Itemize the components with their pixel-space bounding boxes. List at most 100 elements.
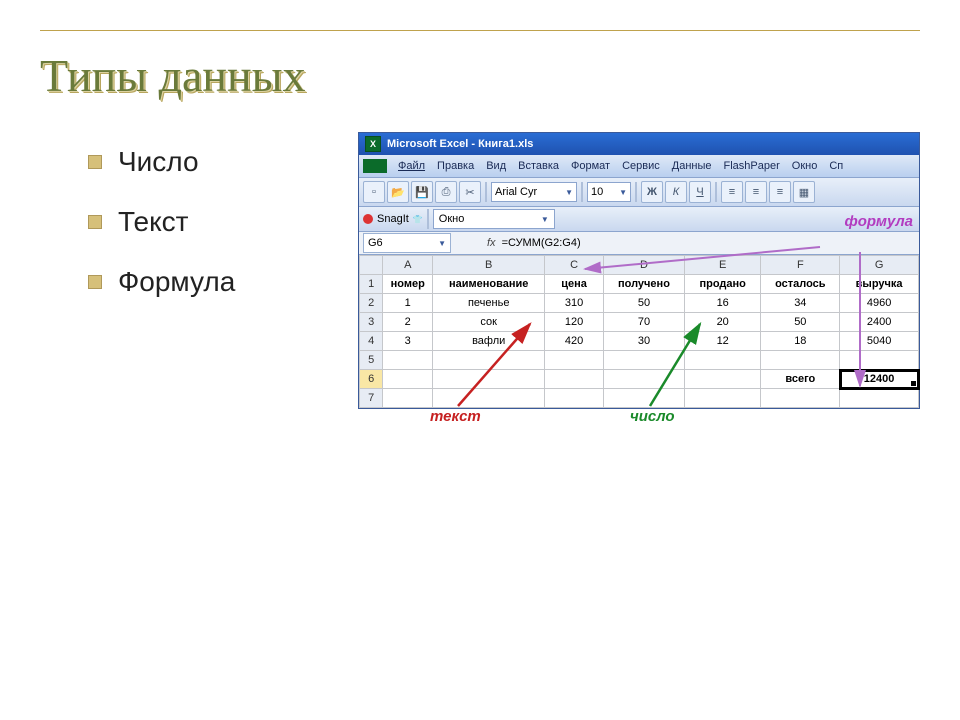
snagit-toolbar: SnagIt👕 Окно▼ (359, 207, 919, 232)
font-name-select[interactable]: Arial Cyr▼ (491, 182, 577, 202)
snagit-target-select[interactable]: Окно▼ (433, 209, 555, 229)
cell[interactable] (761, 351, 840, 370)
cell[interactable]: 420 (545, 332, 604, 351)
italic-button[interactable]: К (665, 181, 687, 203)
cell[interactable] (545, 370, 604, 389)
cell[interactable]: 18 (761, 332, 840, 351)
cell[interactable]: 1 (383, 294, 433, 313)
cell[interactable] (603, 351, 684, 370)
cell[interactable]: 2400 (840, 313, 919, 332)
content-row: Число Текст Формула X Microsoft Excel - … (40, 132, 920, 409)
row-header[interactable]: 4 (360, 332, 383, 351)
cell[interactable]: 2 (383, 313, 433, 332)
cell[interactable]: 50 (761, 313, 840, 332)
cell[interactable] (433, 351, 545, 370)
cell[interactable]: получено (603, 275, 684, 294)
cell[interactable]: номер (383, 275, 433, 294)
col-header[interactable]: F (761, 256, 840, 275)
cell[interactable] (545, 389, 604, 408)
cell[interactable] (383, 370, 433, 389)
row-header[interactable]: 1 (360, 275, 383, 294)
menu-window[interactable]: Окно (787, 160, 823, 172)
cell[interactable] (684, 351, 761, 370)
bold-button[interactable]: Ж (641, 181, 663, 203)
cell[interactable]: цена (545, 275, 604, 294)
col-header[interactable]: C (545, 256, 604, 275)
chevron-down-icon: ▼ (619, 188, 627, 197)
menu-edit[interactable]: Правка (432, 160, 479, 172)
cell[interactable]: вафли (433, 332, 545, 351)
column-header-row: A B C D E F G (360, 256, 919, 275)
menu-tools[interactable]: Сервис (617, 160, 665, 172)
active-cell[interactable]: 12400 (840, 370, 919, 389)
cell[interactable]: 310 (545, 294, 604, 313)
row-header[interactable]: 5 (360, 351, 383, 370)
fill-handle[interactable] (911, 381, 916, 386)
cell[interactable] (433, 389, 545, 408)
cell[interactable] (684, 370, 761, 389)
cell[interactable] (840, 389, 919, 408)
cell[interactable]: 50 (603, 294, 684, 313)
save-icon[interactable]: 💾 (411, 181, 433, 203)
cell[interactable]: 12 (684, 332, 761, 351)
cell[interactable]: 3 (383, 332, 433, 351)
font-size-select[interactable]: 10▼ (587, 182, 631, 202)
cell[interactable]: 30 (603, 332, 684, 351)
new-icon[interactable]: ▫ (363, 181, 385, 203)
formula-value[interactable]: =СУММ(G2:G4) (502, 237, 581, 249)
align-right-icon[interactable]: ≡ (769, 181, 791, 203)
cell[interactable]: 20 (684, 313, 761, 332)
cell[interactable] (603, 389, 684, 408)
row-header[interactable]: 7 (360, 389, 383, 408)
align-center-icon[interactable]: ≡ (745, 181, 767, 203)
excel-titlebar[interactable]: X Microsoft Excel - Книга1.xls (359, 133, 919, 155)
cell[interactable] (383, 389, 433, 408)
row-header[interactable]: 3 (360, 313, 383, 332)
underline-button[interactable]: Ч (689, 181, 711, 203)
col-header[interactable]: A (383, 256, 433, 275)
cell[interactable]: 16 (684, 294, 761, 313)
cell[interactable] (840, 351, 919, 370)
permissions-icon[interactable]: ⎙ (435, 181, 457, 203)
cell[interactable]: 5040 (840, 332, 919, 351)
menu-view[interactable]: Вид (481, 160, 511, 172)
cell[interactable]: 120 (545, 313, 604, 332)
merge-icon[interactable]: ▦ (793, 181, 815, 203)
cell[interactable]: 4960 (840, 294, 919, 313)
spreadsheet-grid[interactable]: A B C D E F G 1 номер наименование цена … (359, 255, 919, 408)
cell[interactable] (603, 370, 684, 389)
col-header[interactable]: G (840, 256, 919, 275)
col-header[interactable]: B (433, 256, 545, 275)
cell[interactable]: выручка (840, 275, 919, 294)
menu-flashpaper[interactable]: FlashPaper (719, 160, 785, 172)
cell[interactable] (433, 370, 545, 389)
cell[interactable] (545, 351, 604, 370)
name-box[interactable]: G6▼ (363, 233, 451, 253)
col-header[interactable]: E (684, 256, 761, 275)
menu-help[interactable]: Сп (824, 160, 848, 172)
separator (581, 182, 583, 202)
print-icon[interactable]: ✂ (459, 181, 481, 203)
cell[interactable]: наименование (433, 275, 545, 294)
cell[interactable]: осталось (761, 275, 840, 294)
cell[interactable]: всего (761, 370, 840, 389)
cell[interactable] (684, 389, 761, 408)
cell[interactable]: 70 (603, 313, 684, 332)
menu-format[interactable]: Формат (566, 160, 615, 172)
menu-data[interactable]: Данные (667, 160, 717, 172)
cell[interactable]: продано (684, 275, 761, 294)
select-all-corner[interactable] (360, 256, 383, 275)
fx-icon[interactable]: fx (487, 237, 496, 249)
row-header[interactable]: 2 (360, 294, 383, 313)
cell[interactable]: печенье (433, 294, 545, 313)
col-header[interactable]: D (603, 256, 684, 275)
cell[interactable] (383, 351, 433, 370)
menu-file[interactable]: Файл (393, 160, 430, 172)
cell[interactable] (761, 389, 840, 408)
row-header[interactable]: 6 (360, 370, 383, 389)
menu-insert[interactable]: Вставка (513, 160, 564, 172)
cell[interactable]: сок (433, 313, 545, 332)
align-left-icon[interactable]: ≡ (721, 181, 743, 203)
open-icon[interactable]: 📂 (387, 181, 409, 203)
cell[interactable]: 34 (761, 294, 840, 313)
